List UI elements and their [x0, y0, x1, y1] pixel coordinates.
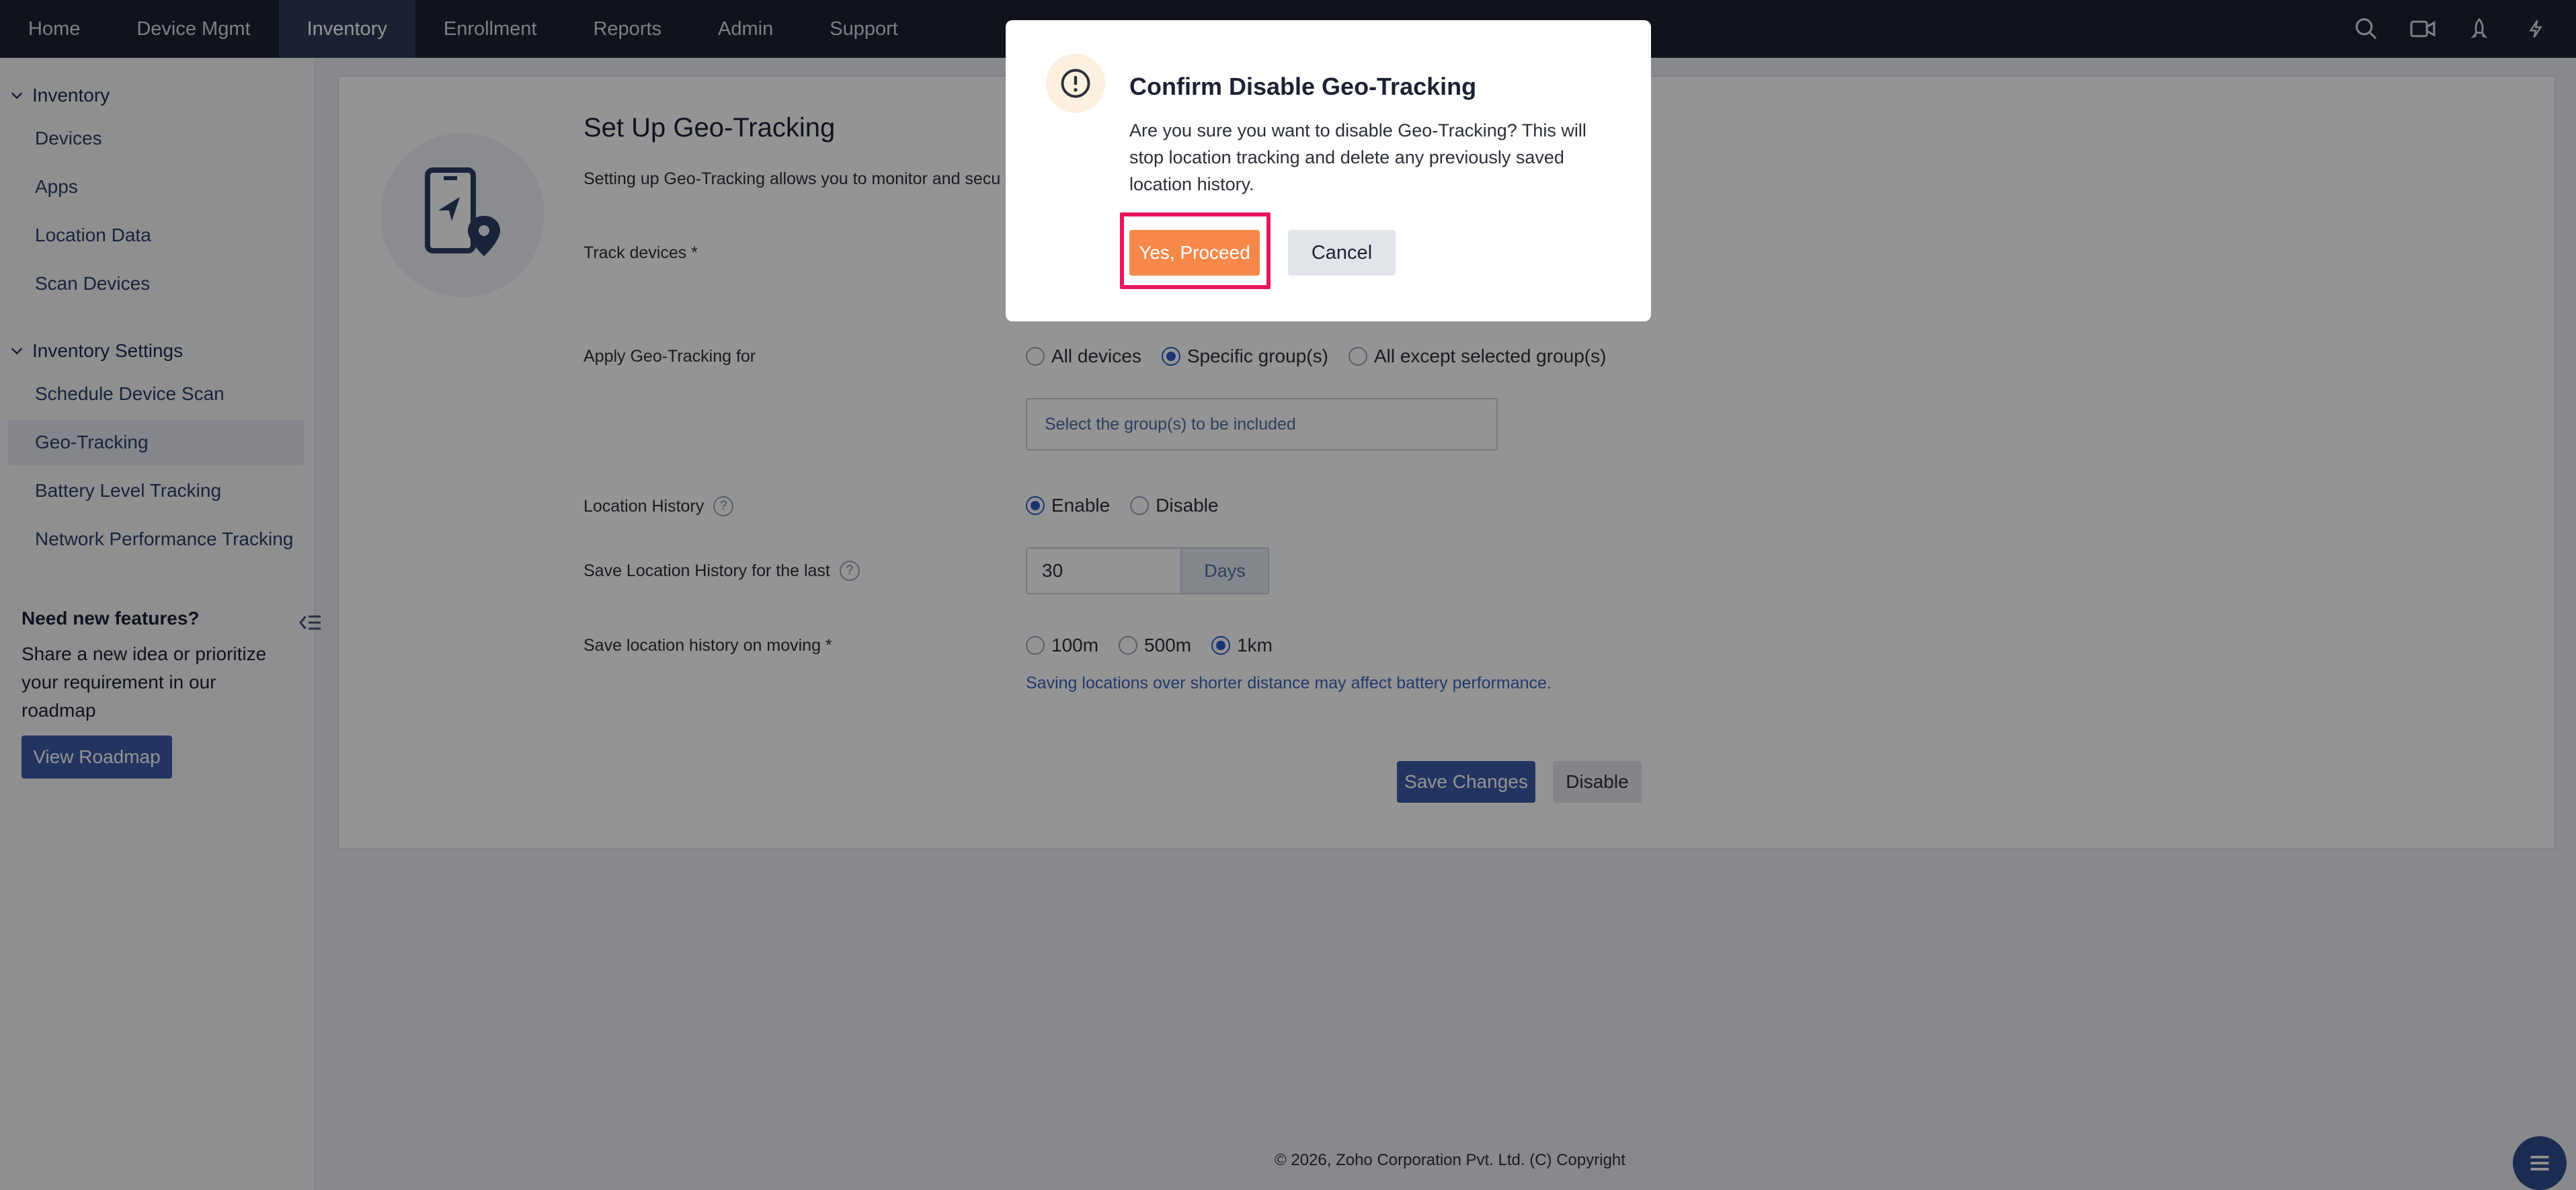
- dialog-title: Confirm Disable Geo-Tracking: [1129, 73, 1477, 100]
- yes-proceed-button[interactable]: Yes, Proceed: [1129, 230, 1260, 276]
- warning-icon: [1046, 54, 1105, 113]
- dialog-message: Are you sure you want to disable Geo-Tra…: [1129, 120, 1586, 194]
- confirm-disable-dialog: Confirm Disable Geo-Tracking Are you sur…: [1006, 20, 1651, 321]
- cancel-button[interactable]: Cancel: [1288, 230, 1396, 276]
